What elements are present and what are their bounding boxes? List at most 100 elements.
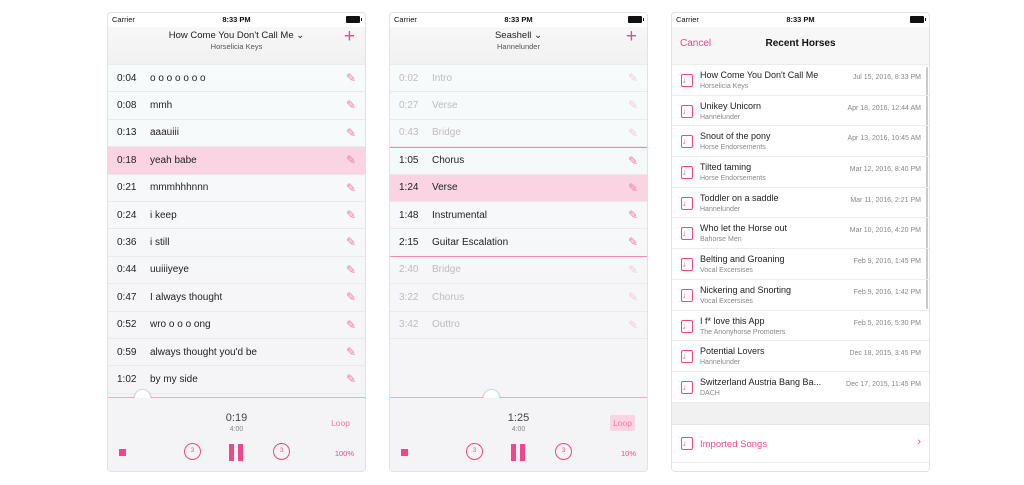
imported-songs-button[interactable]: ♩ Imported Songs ›	[672, 424, 929, 463]
song-row[interactable]: ♩ Snout of the pony Horse Endorsements Apr …	[672, 126, 929, 158]
lyric-time: 1:02	[117, 373, 137, 385]
pencil-icon[interactable]: ✎	[346, 345, 356, 359]
song-row[interactable]: ♩ Who let the Horse out Bahorse Men Mar 10,…	[672, 218, 929, 250]
lyric-row[interactable]: 0:18 yeah babe ✎	[108, 147, 365, 175]
song-file-icon: ♩	[681, 104, 693, 118]
song-row[interactable]: ♩ I f* love this App The Anonyhorse Promot…	[672, 311, 929, 342]
song-title: I f* love this App	[700, 315, 765, 326]
lyric-time: 0:52	[117, 319, 137, 331]
lyric-row[interactable]: 0:08 mmh ✎	[108, 92, 365, 120]
pencil-icon[interactable]: ✎	[346, 290, 356, 304]
speed-button[interactable]: 100%	[335, 449, 354, 458]
pencil-icon[interactable]: ✎	[346, 71, 356, 85]
lyric-row[interactable]: 0:02 Intro ✎	[390, 65, 647, 93]
song-file-icon: ♩	[681, 227, 693, 241]
lyric-row[interactable]: 1:05 Chorus ✎	[390, 147, 647, 175]
song-row[interactable]: ♩ Toddler on a saddle Hannelunder Mar 11, 2…	[672, 188, 929, 219]
stop-button[interactable]	[401, 449, 408, 456]
song-date: Dec 17, 2015, 11:45 PM	[846, 380, 921, 388]
lyric-row[interactable]: 1:48 Instrumental ✎	[390, 202, 647, 230]
pencil-icon[interactable]: ✎	[628, 235, 638, 249]
pencil-icon[interactable]: ✎	[346, 235, 356, 249]
lyric-text: wro o o o ong	[150, 319, 211, 331]
lyric-row[interactable]: 0:13 aaauiii ✎	[108, 120, 365, 148]
pencil-icon[interactable]: ✎	[346, 126, 356, 140]
pencil-icon[interactable]: ✎	[346, 263, 356, 277]
pencil-icon[interactable]: ✎	[346, 153, 356, 167]
loop-button[interactable]: Loop	[328, 415, 353, 431]
lyric-row[interactable]: 0:52 wro o o o ong ✎	[108, 312, 365, 339]
loop-button[interactable]: Loop	[610, 415, 635, 431]
pencil-icon[interactable]: ✎	[628, 290, 638, 304]
pencil-icon[interactable]: ✎	[628, 154, 638, 168]
pencil-icon[interactable]: ✎	[628, 208, 638, 222]
add-icon[interactable]: +	[626, 27, 637, 47]
lyric-row[interactable]: 0:36 i still ✎	[108, 229, 365, 257]
lyric-row[interactable]: 0:04 o o o o o o o ✎	[108, 65, 365, 93]
lyric-row[interactable]: 2:40 Bridge ✎	[390, 257, 647, 285]
pencil-icon[interactable]: ✎	[346, 372, 356, 386]
music-app-button[interactable]: ♫Choose a Song in Music App›	[672, 462, 929, 471]
speed-button[interactable]: 10%	[621, 449, 636, 458]
battery-icon	[910, 16, 926, 23]
pencil-icon[interactable]: ✎	[628, 263, 638, 277]
song-artist: Hannelunder	[700, 359, 741, 367]
lyric-row[interactable]: 3:22 Chorus ✎	[390, 284, 647, 312]
song-row[interactable]: ♩ Potential Lovers Hannelunder Dec 18, 2015…	[672, 341, 929, 372]
lyric-row[interactable]: 3:42 Outtro ✎	[390, 312, 647, 339]
lyric-row[interactable]: 1:24 Verse ✎	[390, 174, 647, 202]
battery-icon	[346, 16, 362, 23]
pause-button[interactable]	[511, 444, 527, 461]
song-title-button[interactable]: How Come You Don't Call Me ⌄	[108, 27, 365, 41]
pencil-icon[interactable]: ✎	[346, 208, 356, 222]
lyric-row[interactable]: 0:44 uuiiiyeye ✎	[108, 257, 365, 285]
lyric-text: Instrumental	[432, 209, 488, 221]
lyric-row[interactable]: 2:15 Guitar Escalation ✎	[390, 229, 647, 257]
forward-3-icon[interactable]: 3	[273, 443, 290, 460]
rewind-3-icon[interactable]: 3	[184, 443, 201, 460]
pencil-icon[interactable]: ✎	[346, 318, 356, 332]
lyric-row[interactable]: 0:43 Bridge ✎	[390, 120, 647, 148]
song-row[interactable]: ♩ Switzerland Austria Bang Ba... DACH Dec 1…	[672, 372, 929, 403]
lyric-time: 2:15	[399, 237, 419, 249]
section-list[interactable]: 0:02 Intro ✎ 0:27 Verse ✎ 0:43 Bridge ✎ 1:05 Choru…	[390, 65, 647, 398]
song-row[interactable]: ♩ Belting and Groaning Vocal Excersises Feb…	[672, 249, 929, 280]
pencil-icon[interactable]: ✎	[628, 71, 638, 85]
lyric-row[interactable]: 0:27 Verse ✎	[390, 92, 647, 120]
song-row[interactable]: ♩ How Come You Don't Call Me Horselicia Ke…	[672, 65, 929, 96]
song-row[interactable]: ♩ Nickering and Snorting Vocal Excersises F…	[672, 280, 929, 311]
pencil-icon[interactable]: ✎	[628, 318, 638, 332]
pause-button[interactable]	[229, 444, 245, 461]
pencil-icon[interactable]: ✎	[628, 98, 638, 112]
lyric-time: 0:59	[117, 346, 137, 358]
lyric-row[interactable]: 0:59 always thought you'd be ✎	[108, 339, 365, 367]
add-icon[interactable]: +	[344, 27, 355, 47]
song-title: Snout of the pony	[700, 131, 771, 142]
song-date: Apr 18, 2016, 12:44 AM	[847, 104, 921, 112]
pencil-icon[interactable]: ✎	[628, 126, 638, 140]
lyric-row[interactable]: 0:47 I always thought ✎	[108, 284, 365, 312]
song-title-button[interactable]: Seashell ⌄	[390, 27, 647, 41]
pencil-icon[interactable]: ✎	[346, 98, 356, 112]
forward-3-icon[interactable]: 3	[555, 443, 572, 460]
stop-button[interactable]	[119, 449, 126, 456]
lyrics-list[interactable]: 0:04 o o o o o o o ✎ 0:08 mmh ✎ 0:13 aaauiii ✎ 0:…	[108, 65, 365, 398]
lyric-text: mmh	[150, 100, 173, 112]
song-title: Potential Lovers	[700, 346, 765, 357]
song-file-icon: ♩	[681, 288, 693, 302]
song-file-icon: ♩	[681, 196, 693, 210]
recent-songs-list[interactable]: ♩ How Come You Don't Call Me Horselicia Ke…	[672, 65, 929, 403]
lyric-text: i keep	[150, 209, 177, 221]
rewind-3-icon[interactable]: 3	[466, 443, 483, 460]
song-artist: Horse Endorsements	[700, 144, 766, 152]
pencil-icon[interactable]: ✎	[346, 181, 356, 195]
song-row[interactable]: ♩ Unikey Unicorn Hannelunder Apr 18, 2016, …	[672, 96, 929, 127]
song-row[interactable]: ♩ Tilted taming Horse Endorsements Mar 12, …	[672, 157, 929, 188]
lyric-row[interactable]: 0:21 mmmhhhnnn ✎	[108, 175, 365, 202]
pencil-icon[interactable]: ✎	[628, 181, 638, 195]
pause-bar	[229, 444, 234, 461]
lyric-row[interactable]: 0:24 i keep ✎	[108, 202, 365, 230]
lyric-text: Bridge	[432, 127, 461, 139]
song-artist: DACH	[700, 389, 720, 397]
lyric-time: 1:24	[399, 182, 419, 194]
